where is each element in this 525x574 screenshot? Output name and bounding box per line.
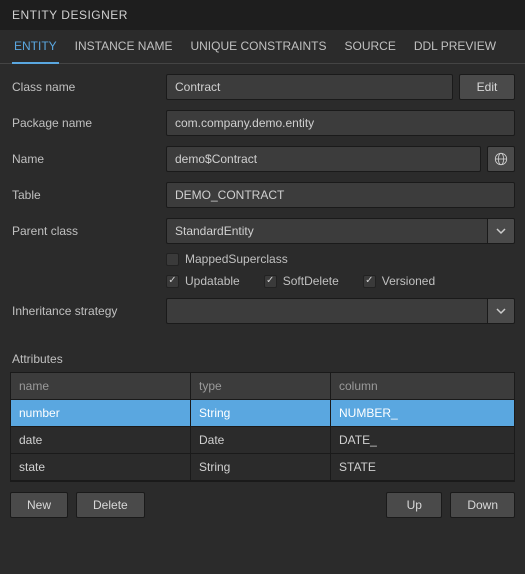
versioned-label: Versioned xyxy=(382,274,435,288)
cell-type: String xyxy=(191,400,331,427)
cell-name: number xyxy=(11,400,191,427)
chevron-down-icon xyxy=(496,306,506,316)
inheritance-value xyxy=(166,298,487,324)
cell-name: date xyxy=(11,427,191,454)
inheritance-chevron-button[interactable] xyxy=(487,298,515,324)
panel-title: ENTITY DESIGNER xyxy=(0,0,525,30)
cell-type: String xyxy=(191,454,331,481)
globe-button[interactable] xyxy=(487,146,515,172)
table-field[interactable]: DEMO_CONTRACT xyxy=(166,182,515,208)
cell-column: DATE_ xyxy=(331,427,514,454)
table-header: name type column xyxy=(11,373,514,400)
softdelete-label: SoftDelete xyxy=(283,274,339,288)
name-field[interactable]: demo$Contract xyxy=(166,146,481,172)
class-name-label: Class name xyxy=(10,80,160,94)
globe-icon xyxy=(494,152,508,166)
updatable-checkbox[interactable]: Updatable xyxy=(166,274,240,288)
softdelete-checkbox[interactable]: SoftDelete xyxy=(264,274,339,288)
inheritance-dropdown[interactable] xyxy=(166,298,515,324)
mapped-superclass-label: MappedSuperclass xyxy=(185,252,288,266)
edit-button[interactable]: Edit xyxy=(459,74,515,100)
cell-column: NUMBER_ xyxy=(331,400,514,427)
entity-form: Class name Contract Edit Package name co… xyxy=(0,64,525,324)
cell-type: Date xyxy=(191,427,331,454)
table-row[interactable]: date Date DATE_ xyxy=(11,427,514,454)
tab-ddl-preview[interactable]: DDL PREVIEW xyxy=(412,30,498,64)
cell-name: state xyxy=(11,454,191,481)
tab-unique-constraints[interactable]: UNIQUE CONSTRAINTS xyxy=(188,30,328,64)
delete-button[interactable]: Delete xyxy=(76,492,145,518)
mapped-superclass-checkbox[interactable]: MappedSuperclass xyxy=(166,252,288,266)
footer-buttons: New Delete Up Down xyxy=(0,482,525,528)
chevron-down-icon xyxy=(496,226,506,236)
package-name-field[interactable]: com.company.demo.entity xyxy=(166,110,515,136)
down-button[interactable]: Down xyxy=(450,492,515,518)
checkbox-box xyxy=(264,275,277,288)
parent-class-label: Parent class xyxy=(10,224,160,238)
tab-bar: ENTITY INSTANCE NAME UNIQUE CONSTRAINTS … xyxy=(0,30,525,64)
package-name-label: Package name xyxy=(10,116,160,130)
class-name-field[interactable]: Contract xyxy=(166,74,453,100)
table-label: Table xyxy=(10,188,160,202)
tab-source[interactable]: SOURCE xyxy=(342,30,397,64)
new-button[interactable]: New xyxy=(10,492,68,518)
tab-instance-name[interactable]: INSTANCE NAME xyxy=(73,30,175,64)
spacer xyxy=(153,492,379,518)
inheritance-label: Inheritance strategy xyxy=(10,304,160,318)
checkbox-box xyxy=(363,275,376,288)
up-button[interactable]: Up xyxy=(386,492,442,518)
table-row[interactable]: state String STATE xyxy=(11,454,514,481)
col-type[interactable]: type xyxy=(191,373,331,400)
table-row[interactable]: number String NUMBER_ xyxy=(11,400,514,427)
attributes-table: name type column number String NUMBER_ d… xyxy=(10,372,515,482)
col-column[interactable]: column xyxy=(331,373,514,400)
checkbox-box xyxy=(166,253,179,266)
updatable-label: Updatable xyxy=(185,274,240,288)
cell-column: STATE xyxy=(331,454,514,481)
attributes-title: Attributes xyxy=(12,352,525,366)
versioned-checkbox[interactable]: Versioned xyxy=(363,274,435,288)
tab-entity[interactable]: ENTITY xyxy=(12,30,59,64)
parent-class-value: StandardEntity xyxy=(166,218,487,244)
parent-class-dropdown[interactable]: StandardEntity xyxy=(166,218,515,244)
checkbox-box xyxy=(166,275,179,288)
col-name[interactable]: name xyxy=(11,373,191,400)
parent-class-chevron-button[interactable] xyxy=(487,218,515,244)
name-label: Name xyxy=(10,152,160,166)
